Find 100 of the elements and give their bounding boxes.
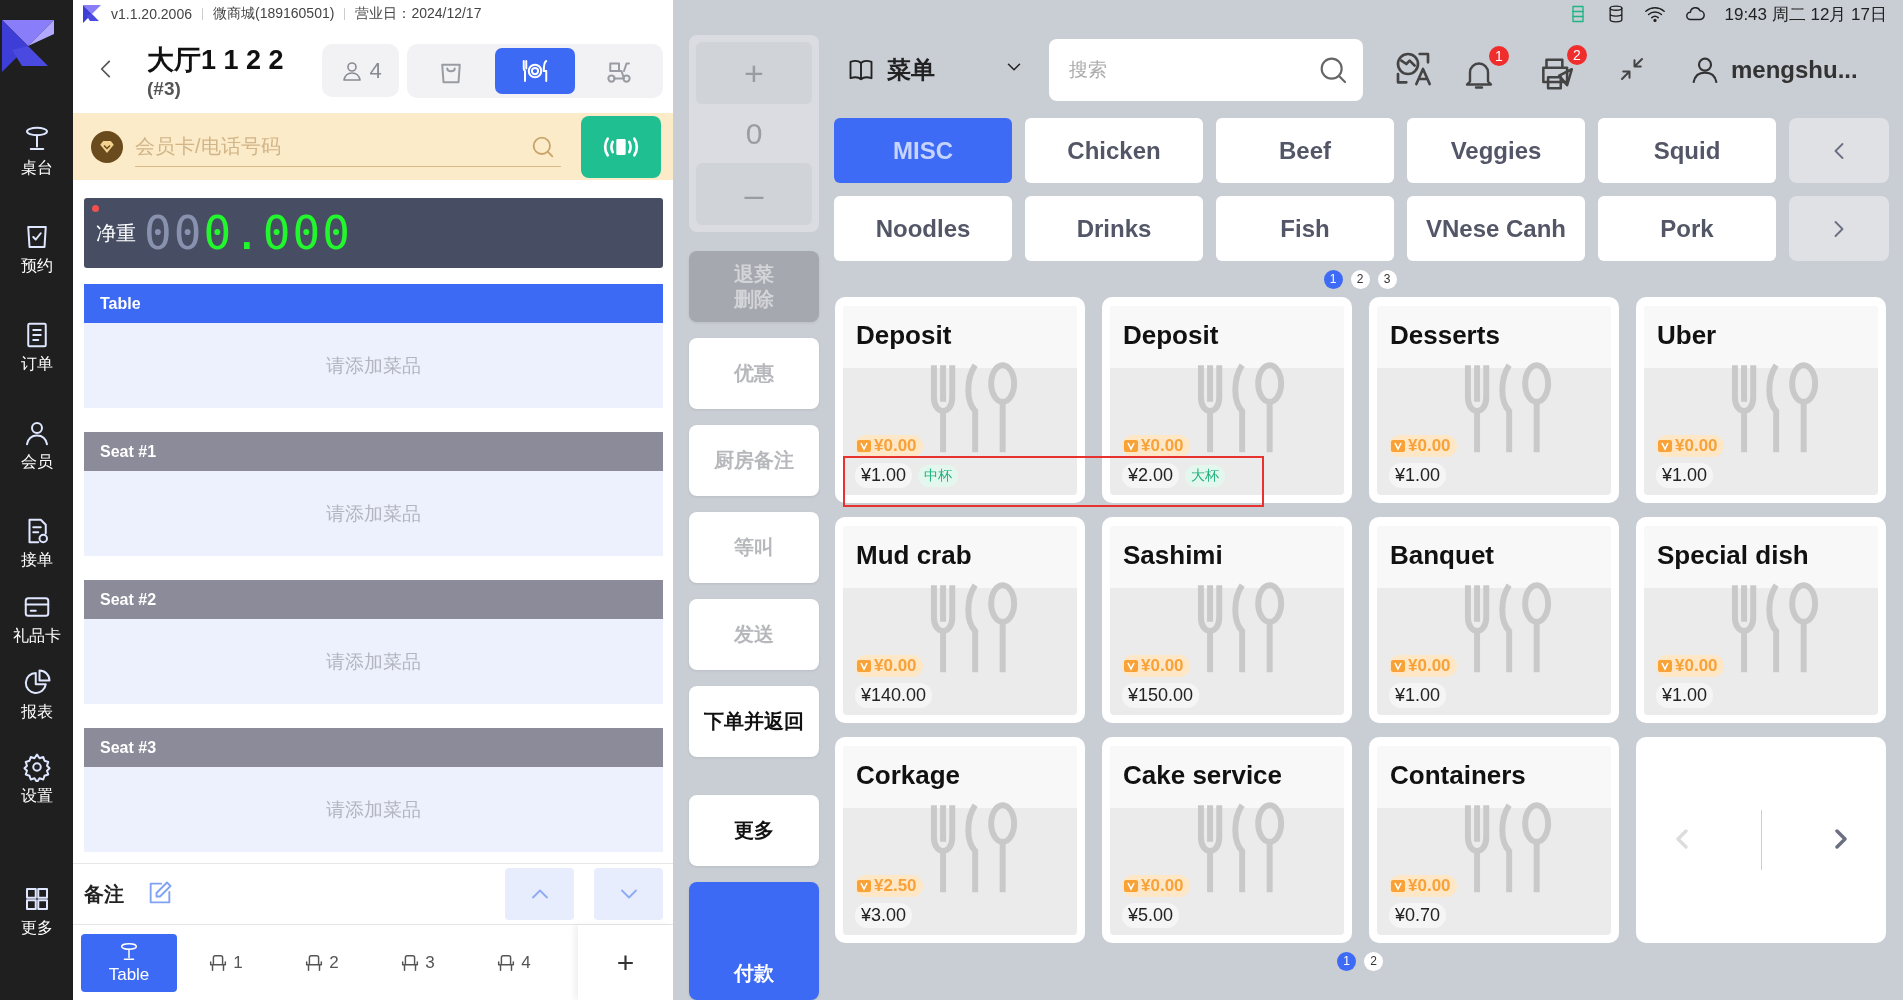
product-card[interactable]: Deposit ¥0.00 ¥2.00 大杯	[1102, 297, 1352, 503]
product-card[interactable]: Sashimi ¥0.00 ¥150.00	[1102, 517, 1352, 723]
vip-icon	[1658, 440, 1672, 452]
product-price: ¥1.00	[1389, 463, 1447, 488]
quantity-value: 0	[745, 115, 763, 152]
vip-icon	[1391, 660, 1405, 672]
category-tab[interactable]: Noodles	[834, 196, 1012, 261]
product-card[interactable]: Containers ¥0.00 ¥0.70	[1369, 737, 1619, 943]
category-tab[interactable]: VNese Canh	[1407, 196, 1585, 261]
category-tab[interactable]: Squid	[1598, 118, 1776, 183]
notification-badge: 1	[1489, 45, 1509, 66]
empty-hint: 请添加菜品	[84, 323, 663, 408]
product-name: Special dish	[1644, 526, 1878, 588]
product-price: ¥0.70	[1389, 903, 1447, 928]
member-price: ¥0.00	[1389, 655, 1457, 677]
product-name: Containers	[1377, 746, 1611, 808]
settings-icon	[21, 752, 52, 782]
vip-icon	[857, 660, 871, 672]
action-button[interactable]: 付款	[689, 881, 819, 1000]
product-price: ¥1.00	[855, 463, 913, 488]
print-badge: 2	[1567, 44, 1587, 65]
category-tab[interactable]: Chicken	[1025, 118, 1203, 183]
member-search-bar[interactable]: 会员卡/电话号码	[73, 113, 673, 180]
product-card[interactable]: Cake service ¥0.00 ¥5.00	[1102, 737, 1352, 943]
business-date: 营业日：2024/12/17	[355, 5, 482, 23]
seat-tab[interactable]: 1	[177, 933, 273, 992]
member-price: ¥0.00	[1122, 655, 1190, 677]
version-text: v1.1.20.2006	[111, 6, 192, 22]
notification-button[interactable]: 1	[1461, 45, 1509, 95]
nav-item[interactable]: 报表	[0, 664, 73, 727]
vip-icon	[857, 440, 871, 452]
product-card[interactable]: Banquet ¥0.00 ¥1.00	[1369, 517, 1619, 723]
nav-item[interactable]: 设置	[0, 748, 73, 811]
empty-hint: 请添加菜品	[84, 619, 663, 704]
category-tab[interactable]: Pork	[1598, 196, 1776, 261]
size-tag: 大杯	[1185, 464, 1226, 487]
member-price: ¥0.00	[855, 655, 923, 677]
search-field[interactable]: 搜索	[1049, 39, 1363, 101]
empty-hint: 请添加菜品	[84, 767, 663, 852]
seat-tab[interactable]: 3	[369, 933, 465, 992]
order-type-tab[interactable]	[495, 47, 575, 94]
product-name: Mud crab	[843, 526, 1077, 588]
page-dot[interactable]: 2	[1364, 951, 1383, 971]
seat-tab[interactable]: 2	[273, 933, 369, 992]
page-dot[interactable]: 1	[1337, 951, 1356, 971]
seat-tab[interactable]: 4	[465, 933, 561, 992]
vip-icon	[1391, 440, 1405, 452]
nav-item[interactable]: 更多	[0, 880, 73, 943]
member-price: ¥0.00	[1389, 875, 1457, 897]
product-price: ¥1.00	[1656, 683, 1714, 708]
section-header: Seat #3	[84, 728, 663, 767]
product-card[interactable]: Uber ¥0.00 ¥1.00	[1636, 297, 1886, 503]
seat-tab[interactable]: Table	[81, 933, 177, 992]
category-tab[interactable]: Fish	[1216, 196, 1394, 261]
product-name: Banquet	[1377, 526, 1611, 588]
nav-item[interactable]: 礼品卡	[0, 588, 73, 651]
nav-item[interactable]: 桌台	[0, 120, 73, 183]
product-card[interactable]: Mud crab ¥0.00 ¥140.00	[835, 517, 1085, 723]
product-card[interactable]: Desserts ¥0.00 ¥1.00	[1369, 297, 1619, 503]
page-dot[interactable]: 3	[1377, 269, 1397, 289]
card-reader-button[interactable]	[581, 115, 661, 178]
product-price: ¥1.00	[1656, 463, 1714, 488]
menu-selector[interactable]: 菜单	[841, 53, 1031, 87]
member-price: ¥0.00	[855, 435, 923, 457]
vip-icon	[1658, 660, 1672, 672]
action-button[interactable]: 更多	[689, 794, 819, 866]
scale-label: 净重	[96, 220, 136, 246]
product-card[interactable]: Deposit ¥0.00 ¥1.00 中杯	[835, 297, 1085, 503]
member-search-field[interactable]: 会员卡/电话号码	[135, 126, 561, 167]
status-dot	[92, 205, 99, 212]
vip-icon	[857, 880, 871, 892]
section-header: Table	[84, 284, 663, 323]
product-card[interactable]: Corkage ¥2.50 ¥3.00	[835, 737, 1085, 943]
product-name: Deposit	[1110, 306, 1344, 368]
size-tag: 中杯	[918, 464, 959, 487]
nav-item[interactable]: 接单	[0, 512, 73, 575]
weight-reading: 000.000	[144, 206, 352, 260]
vip-icon	[1124, 660, 1138, 672]
nav-item[interactable]: 会员	[0, 414, 73, 477]
logo-icon	[2, 20, 54, 72]
user-menu[interactable]: mengshu...	[1683, 53, 1864, 87]
product-name: Corkage	[843, 746, 1077, 808]
product-card[interactable]: Special dish ¥0.00 ¥1.00	[1636, 517, 1886, 723]
member-price: ¥0.00	[1389, 435, 1457, 457]
add-seat-button[interactable]: +	[578, 925, 673, 1000]
page-dot[interactable]: 1	[1323, 269, 1343, 289]
page-dot[interactable]: 2	[1350, 269, 1370, 289]
product-price: ¥140.00	[855, 683, 933, 708]
nav-item[interactable]: 预约	[0, 218, 73, 281]
vip-icon	[1391, 880, 1405, 892]
nav-item[interactable]: 订单	[0, 316, 73, 379]
action-button[interactable]: 下单并返回	[689, 685, 819, 757]
product-name: Cake service	[1110, 746, 1344, 808]
print-button[interactable]: 2	[1537, 44, 1587, 96]
member-price: ¥0.00	[1122, 875, 1190, 897]
category-tab[interactable]: Beef	[1216, 118, 1394, 183]
table-title: 大厅1 1 2 2	[147, 43, 285, 77]
category-tab[interactable]: Drinks	[1025, 196, 1203, 261]
product-price: ¥5.00	[1122, 903, 1180, 928]
category-tab[interactable]: Veggies	[1407, 118, 1585, 183]
